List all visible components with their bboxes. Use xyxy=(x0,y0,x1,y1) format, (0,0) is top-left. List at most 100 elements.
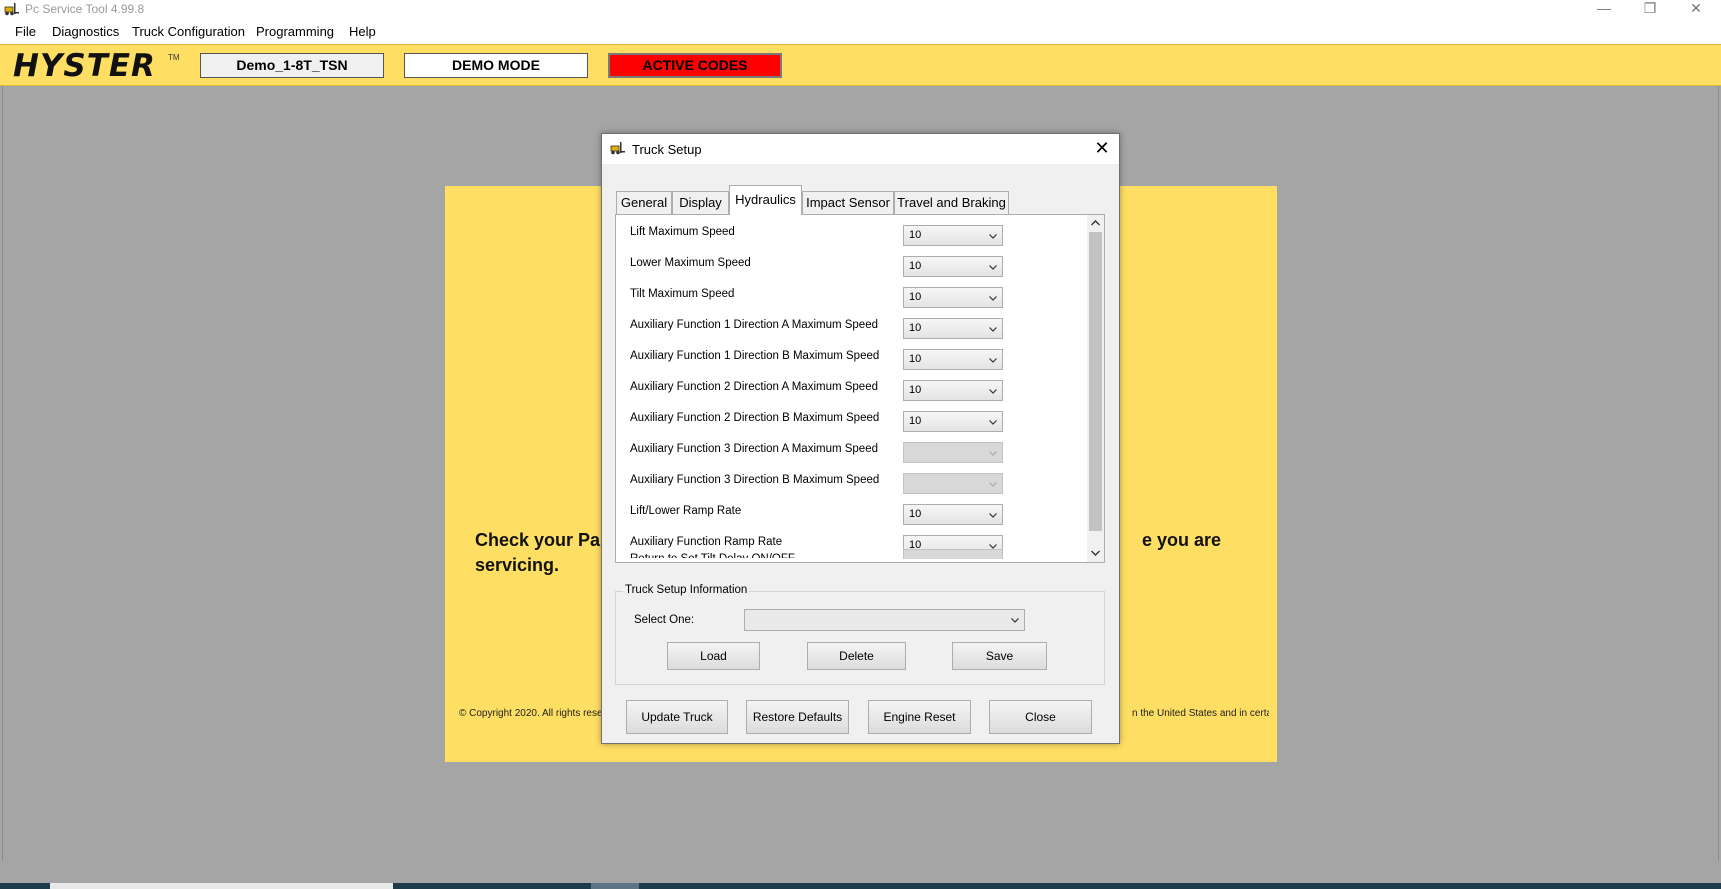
scroll-down-arrow-icon[interactable] xyxy=(1090,548,1101,558)
setting-row: Lower Maximum Speed 10 xyxy=(630,255,1030,283)
copyright-right: n the United States and in certain xyxy=(1132,708,1269,719)
tab-general[interactable]: General xyxy=(616,191,672,216)
logo-trademark: TM xyxy=(168,53,180,62)
close-window-button[interactable]: ✕ xyxy=(1673,0,1719,19)
setting-value: 10 xyxy=(909,415,922,427)
setting-label: Auxiliary Function 3 Direction B Maximum… xyxy=(630,474,880,486)
setting-row: Auxiliary Function 2 Direction A Maximum… xyxy=(630,379,1030,407)
setting-row: Auxiliary Function 1 Direction A Maximum… xyxy=(630,317,1030,345)
setting-label: Auxiliary Function 1 Direction B Maximum… xyxy=(630,350,880,362)
setting-value-select[interactable]: 10 xyxy=(903,318,1003,339)
chevron-down-icon xyxy=(989,296,997,301)
setting-value-select[interactable]: 10 xyxy=(903,380,1003,401)
chevron-down-icon xyxy=(989,358,997,363)
setting-row: Auxiliary Function 2 Direction B Maximum… xyxy=(630,410,1030,438)
setting-label: Lift Maximum Speed xyxy=(630,226,735,238)
menu-truck-configuration[interactable]: Truck Configuration xyxy=(132,24,245,39)
setting-value-select[interactable]: 10 xyxy=(903,349,1003,370)
setting-row: Auxiliary Function 1 Direction B Maximum… xyxy=(630,348,1030,376)
update-truck-button[interactable]: Update Truck xyxy=(626,700,728,734)
chevron-down-icon xyxy=(989,265,997,270)
setting-row: Auxiliary Function 3 Direction A Maximum… xyxy=(630,441,1030,469)
chevron-down-icon xyxy=(989,451,997,456)
chevron-down-icon xyxy=(989,420,997,425)
truck-setup-info-group: Truck Setup Information Select One: Load… xyxy=(615,584,1105,685)
setting-row: Lift Maximum Speed 10 xyxy=(630,224,1030,252)
menu-programming[interactable]: Programming xyxy=(256,24,334,39)
setting-value: 10 xyxy=(909,260,922,272)
dialog-titlebar: Truck Setup ✕ xyxy=(602,134,1119,164)
setting-value: 10 xyxy=(909,322,922,334)
menu-diagnostics[interactable]: Diagnostics xyxy=(52,24,119,39)
setting-row: Tilt Maximum Speed 10 xyxy=(630,286,1030,314)
delete-button[interactable]: Delete xyxy=(807,642,906,670)
forklift-app-icon xyxy=(4,3,19,16)
setting-value: 10 xyxy=(909,229,922,241)
hydraulics-settings-panel: Lift Maximum Speed 10 Lower Maximum Speed 1… xyxy=(615,214,1105,563)
tab-hydraulics[interactable]: Hydraulics xyxy=(729,185,802,215)
truck-id-box: Demo_1-8T_TSN xyxy=(200,53,384,78)
setting-value: 10 xyxy=(909,291,922,303)
chevron-down-icon xyxy=(989,513,997,518)
taskbar-segment xyxy=(50,883,393,889)
setting-value-select[interactable]: 10 xyxy=(903,504,1003,525)
restore-button[interactable]: ❐ xyxy=(1627,0,1673,19)
truck-setup-dialog: Truck Setup ✕ General Display Hydraulics… xyxy=(601,133,1120,744)
dialog-close-button[interactable]: Close xyxy=(989,700,1092,734)
chevron-down-icon xyxy=(1011,618,1019,623)
tab-impact-sensor[interactable]: Impact Sensor xyxy=(802,191,894,216)
active-codes-button[interactable]: ACTIVE CODES xyxy=(608,53,782,78)
scroll-up-arrow-icon[interactable] xyxy=(1090,218,1101,228)
setting-label: Lower Maximum Speed xyxy=(630,257,751,269)
clipped-setting-label: Return to Set Tilt Delay ON/OFF xyxy=(630,548,795,558)
taskbar-segment xyxy=(591,883,639,889)
select-one-label: Select One: xyxy=(634,614,695,626)
settings-scrollbar[interactable] xyxy=(1087,215,1104,562)
forklift-icon xyxy=(610,142,625,155)
setting-value-select[interactable]: 10 xyxy=(903,225,1003,246)
setting-value: 10 xyxy=(909,508,922,520)
setting-value: 10 xyxy=(909,353,922,365)
setting-row: Auxiliary Function 3 Direction B Maximum… xyxy=(630,472,1030,500)
clipped-setting-select xyxy=(903,549,1003,559)
welcome-message-line2: servicing. xyxy=(475,555,560,575)
setting-value-select xyxy=(903,442,1003,463)
setup-select-dropdown[interactable] xyxy=(744,609,1025,631)
scrollbar-thumb[interactable] xyxy=(1089,232,1102,531)
copyright-left: © Copyright 2020. All rights rese xyxy=(459,708,603,719)
window-title: Pc Service Tool 4.99.8 xyxy=(25,2,145,16)
setting-label: Auxiliary Function 2 Direction B Maximum… xyxy=(630,412,880,424)
welcome-message-right: e you are xyxy=(1142,530,1222,550)
setting-label: Auxiliary Function 2 Direction A Maximum… xyxy=(630,381,878,393)
tab-display[interactable]: Display xyxy=(672,191,729,216)
setting-label: Auxiliary Function 1 Direction A Maximum… xyxy=(630,319,878,331)
setting-value-select[interactable]: 10 xyxy=(903,256,1003,277)
chevron-down-icon xyxy=(989,234,997,239)
setting-label: Tilt Maximum Speed xyxy=(630,288,735,300)
setting-value-select[interactable]: 10 xyxy=(903,411,1003,432)
setting-label: Lift/Lower Ramp Rate xyxy=(630,505,742,517)
menu-help[interactable]: Help xyxy=(349,24,376,39)
taskbar-edge xyxy=(0,883,1721,889)
chevron-down-icon xyxy=(989,389,997,394)
setting-label: Auxiliary Function 3 Direction A Maximum… xyxy=(630,443,878,455)
chevron-down-icon xyxy=(989,482,997,487)
window-titlebar: Pc Service Tool 4.99.8 — ❐ ✕ xyxy=(0,0,1721,19)
setting-value-select xyxy=(903,473,1003,494)
save-button[interactable]: Save xyxy=(952,642,1047,670)
demo-mode-box: DEMO MODE xyxy=(404,53,588,78)
setting-value-select[interactable]: 10 xyxy=(903,287,1003,308)
menu-file[interactable]: File xyxy=(15,24,36,39)
tab-travel-and-braking[interactable]: Travel and Braking xyxy=(894,191,1009,216)
menu-bar: File Diagnostics Truck Configuration Pro… xyxy=(0,19,1721,44)
info-group-title: Truck Setup Information xyxy=(623,584,750,596)
setting-label: Auxiliary Function Ramp Rate xyxy=(630,536,783,548)
dialog-title: Truck Setup xyxy=(632,142,702,157)
restore-defaults-button[interactable]: Restore Defaults xyxy=(746,700,849,734)
brand-bar: HYSTER TM Demo_1-8T_TSN DEMO MODE ACTIVE… xyxy=(0,44,1721,86)
load-button[interactable]: Load xyxy=(667,642,760,670)
engine-reset-button[interactable]: Engine Reset xyxy=(868,700,971,734)
setting-value: 10 xyxy=(909,384,922,396)
dialog-close-icon[interactable]: ✕ xyxy=(1091,138,1113,160)
minimize-button[interactable]: — xyxy=(1581,0,1627,19)
